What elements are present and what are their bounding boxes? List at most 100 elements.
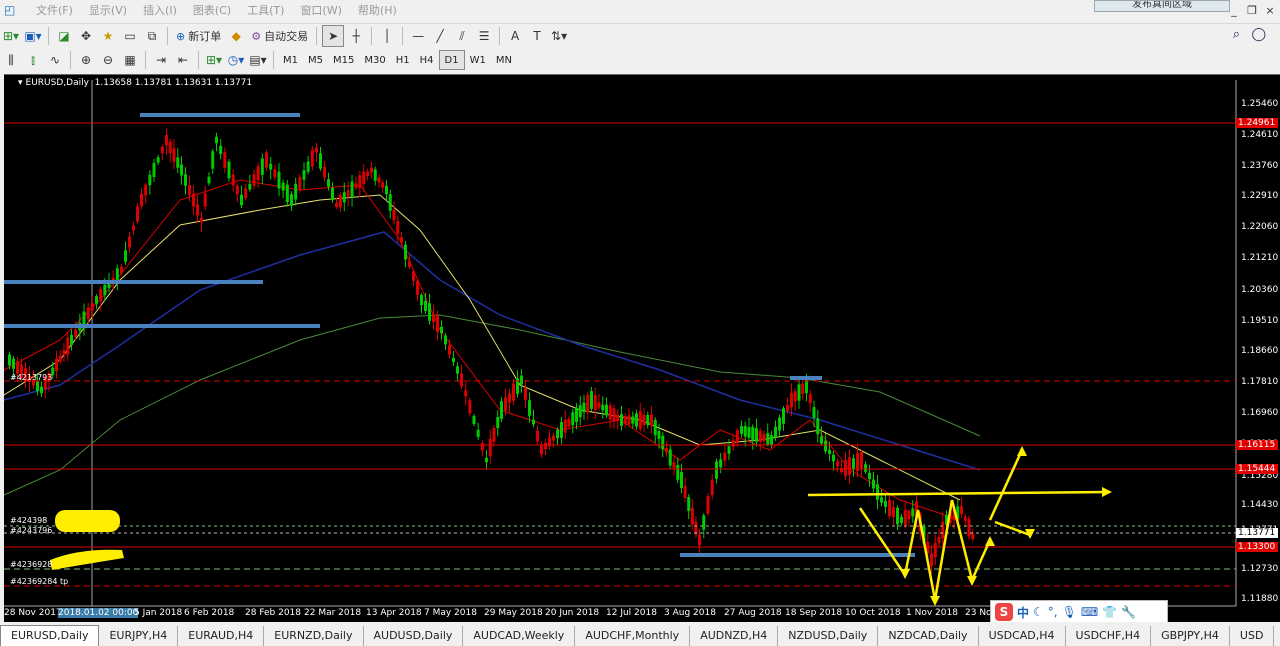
sogou-icon[interactable]: S bbox=[995, 603, 1013, 621]
candle-body bbox=[880, 497, 883, 503]
order-label: #4243796 bbox=[10, 526, 53, 535]
y-tick-label: 1.19510 bbox=[1241, 316, 1279, 326]
candle-body bbox=[524, 388, 527, 400]
candle-body bbox=[907, 510, 911, 520]
candle-body bbox=[480, 442, 484, 451]
candle-body bbox=[62, 350, 66, 355]
candle-body bbox=[528, 400, 531, 416]
candle-body bbox=[315, 147, 318, 153]
annotation-arrowhead bbox=[930, 596, 940, 606]
tab-nzdcad-daily[interactable]: NZDCAD,Daily bbox=[878, 626, 979, 646]
tab-nzdusd-daily[interactable]: NZDUSD,Daily bbox=[778, 626, 879, 646]
skin-icon[interactable]: 👕 bbox=[1102, 605, 1117, 619]
x-tick-label: 1 Nov 2018 bbox=[906, 608, 958, 618]
price-tag: 1.24961 bbox=[1236, 118, 1278, 128]
annotation-arrow-line bbox=[903, 509, 920, 576]
order-label: #4213793 bbox=[10, 373, 53, 382]
annotation-arrowhead bbox=[1102, 487, 1112, 497]
candle-body bbox=[196, 204, 199, 216]
candle-body bbox=[319, 153, 322, 169]
candle-body bbox=[668, 449, 672, 466]
candle-body bbox=[240, 194, 243, 206]
candle-body bbox=[211, 151, 215, 169]
tab-euraud-h4[interactable]: EURAUD,H4 bbox=[178, 626, 265, 646]
candle-body bbox=[520, 375, 523, 385]
x-tick-label: 28 Feb 2018 bbox=[245, 608, 302, 618]
candle-body bbox=[672, 462, 676, 468]
tab-usd-more[interactable]: USD bbox=[1230, 626, 1275, 646]
y-tick-label: 1.17810 bbox=[1241, 377, 1279, 387]
candle-body bbox=[567, 418, 571, 427]
candle-body bbox=[252, 174, 256, 186]
settings-wrench-icon[interactable]: 🔧 bbox=[1121, 605, 1136, 619]
candle-body bbox=[930, 553, 933, 567]
moon-icon[interactable]: ☾ bbox=[1033, 605, 1044, 619]
candle-body bbox=[160, 146, 164, 154]
candle-body bbox=[653, 419, 657, 436]
tab-usdchf-h4[interactable]: USDCHF,H4 bbox=[1066, 626, 1152, 646]
candle-body bbox=[856, 453, 859, 471]
candle-body bbox=[346, 190, 350, 197]
candle-body bbox=[373, 169, 377, 181]
price-chart[interactable] bbox=[0, 0, 1280, 646]
y-tick-label: 1.24610 bbox=[1241, 130, 1279, 140]
ohlc-values: 1.13658 1.13781 1.13631 1.13771 bbox=[94, 78, 253, 88]
tab-eurjpy-h4[interactable]: EURJPY,H4 bbox=[99, 626, 179, 646]
candle-body bbox=[136, 206, 139, 222]
candle-body bbox=[770, 435, 773, 445]
candle-body bbox=[416, 280, 419, 296]
annotation-arrow-line bbox=[807, 490, 1111, 497]
candle-body bbox=[872, 479, 875, 489]
candle-body bbox=[751, 426, 755, 441]
candle-body bbox=[852, 458, 855, 470]
candle-body bbox=[864, 464, 867, 472]
candle-body bbox=[227, 161, 231, 179]
candle-body bbox=[575, 408, 578, 422]
tab-eurnzd-daily[interactable]: EURNZD,Daily bbox=[264, 626, 364, 646]
tab-gbpjpy-h4[interactable]: GBPJPY,H4 bbox=[1151, 626, 1230, 646]
tab-eurusd-daily[interactable]: EURUSD,Daily bbox=[0, 625, 100, 646]
tab-audusd-daily[interactable]: AUDUSD,Daily bbox=[364, 626, 464, 646]
candle-body bbox=[601, 404, 605, 411]
candle-body bbox=[766, 433, 770, 445]
annotation-arrow-line bbox=[988, 449, 1024, 521]
candle-body bbox=[911, 508, 915, 517]
ime-language[interactable]: 中 bbox=[1017, 604, 1029, 621]
tab-audnzd-h4[interactable]: AUDNZD,H4 bbox=[690, 626, 779, 646]
candle-body bbox=[424, 300, 427, 312]
candle-body bbox=[273, 169, 277, 178]
candle-body bbox=[556, 429, 559, 439]
candle-body bbox=[635, 413, 638, 427]
candle-body bbox=[812, 407, 816, 418]
candle-body bbox=[723, 452, 727, 461]
candle-body bbox=[836, 461, 839, 467]
x-tick-label: 28 Nov 2017 bbox=[4, 608, 62, 618]
x-tick-label: 2018.01.02 00:00 bbox=[58, 608, 139, 618]
candle-body bbox=[676, 465, 680, 480]
candle-body bbox=[702, 515, 706, 530]
candle-body bbox=[260, 158, 264, 175]
tab-audcad-weekly[interactable]: AUDCAD,Weekly bbox=[463, 626, 576, 646]
keyboard-icon[interactable]: ⌨ bbox=[1081, 605, 1098, 619]
y-tick-label: 1.12730 bbox=[1241, 564, 1279, 574]
microphone-icon[interactable]: 🎙 bbox=[1062, 605, 1077, 619]
candle-body bbox=[747, 427, 751, 438]
tab-usdcad-h4[interactable]: USDCAD,H4 bbox=[979, 626, 1066, 646]
x-tick-label: 18 Sep 2018 bbox=[785, 608, 843, 618]
candle-body bbox=[896, 507, 899, 525]
candle-body bbox=[231, 174, 235, 186]
candle-body bbox=[532, 419, 535, 425]
candle-body bbox=[165, 134, 168, 146]
tab-audchf-monthly[interactable]: AUDCHF,Monthly bbox=[575, 626, 691, 646]
ime-toolbar[interactable]: S 中 ☾ °, 🎙 ⌨ 👕 🔧 bbox=[990, 600, 1168, 624]
candle-body bbox=[456, 366, 459, 374]
candle-body bbox=[540, 445, 543, 455]
candle-body bbox=[778, 417, 781, 431]
candle-body bbox=[215, 136, 218, 144]
candle-body bbox=[377, 177, 381, 183]
candle-body bbox=[868, 472, 871, 480]
candle-body bbox=[203, 193, 207, 207]
candle-body bbox=[327, 179, 330, 187]
y-tick-label: 1.11880 bbox=[1241, 594, 1279, 604]
punctuation-icon[interactable]: °, bbox=[1048, 605, 1058, 619]
